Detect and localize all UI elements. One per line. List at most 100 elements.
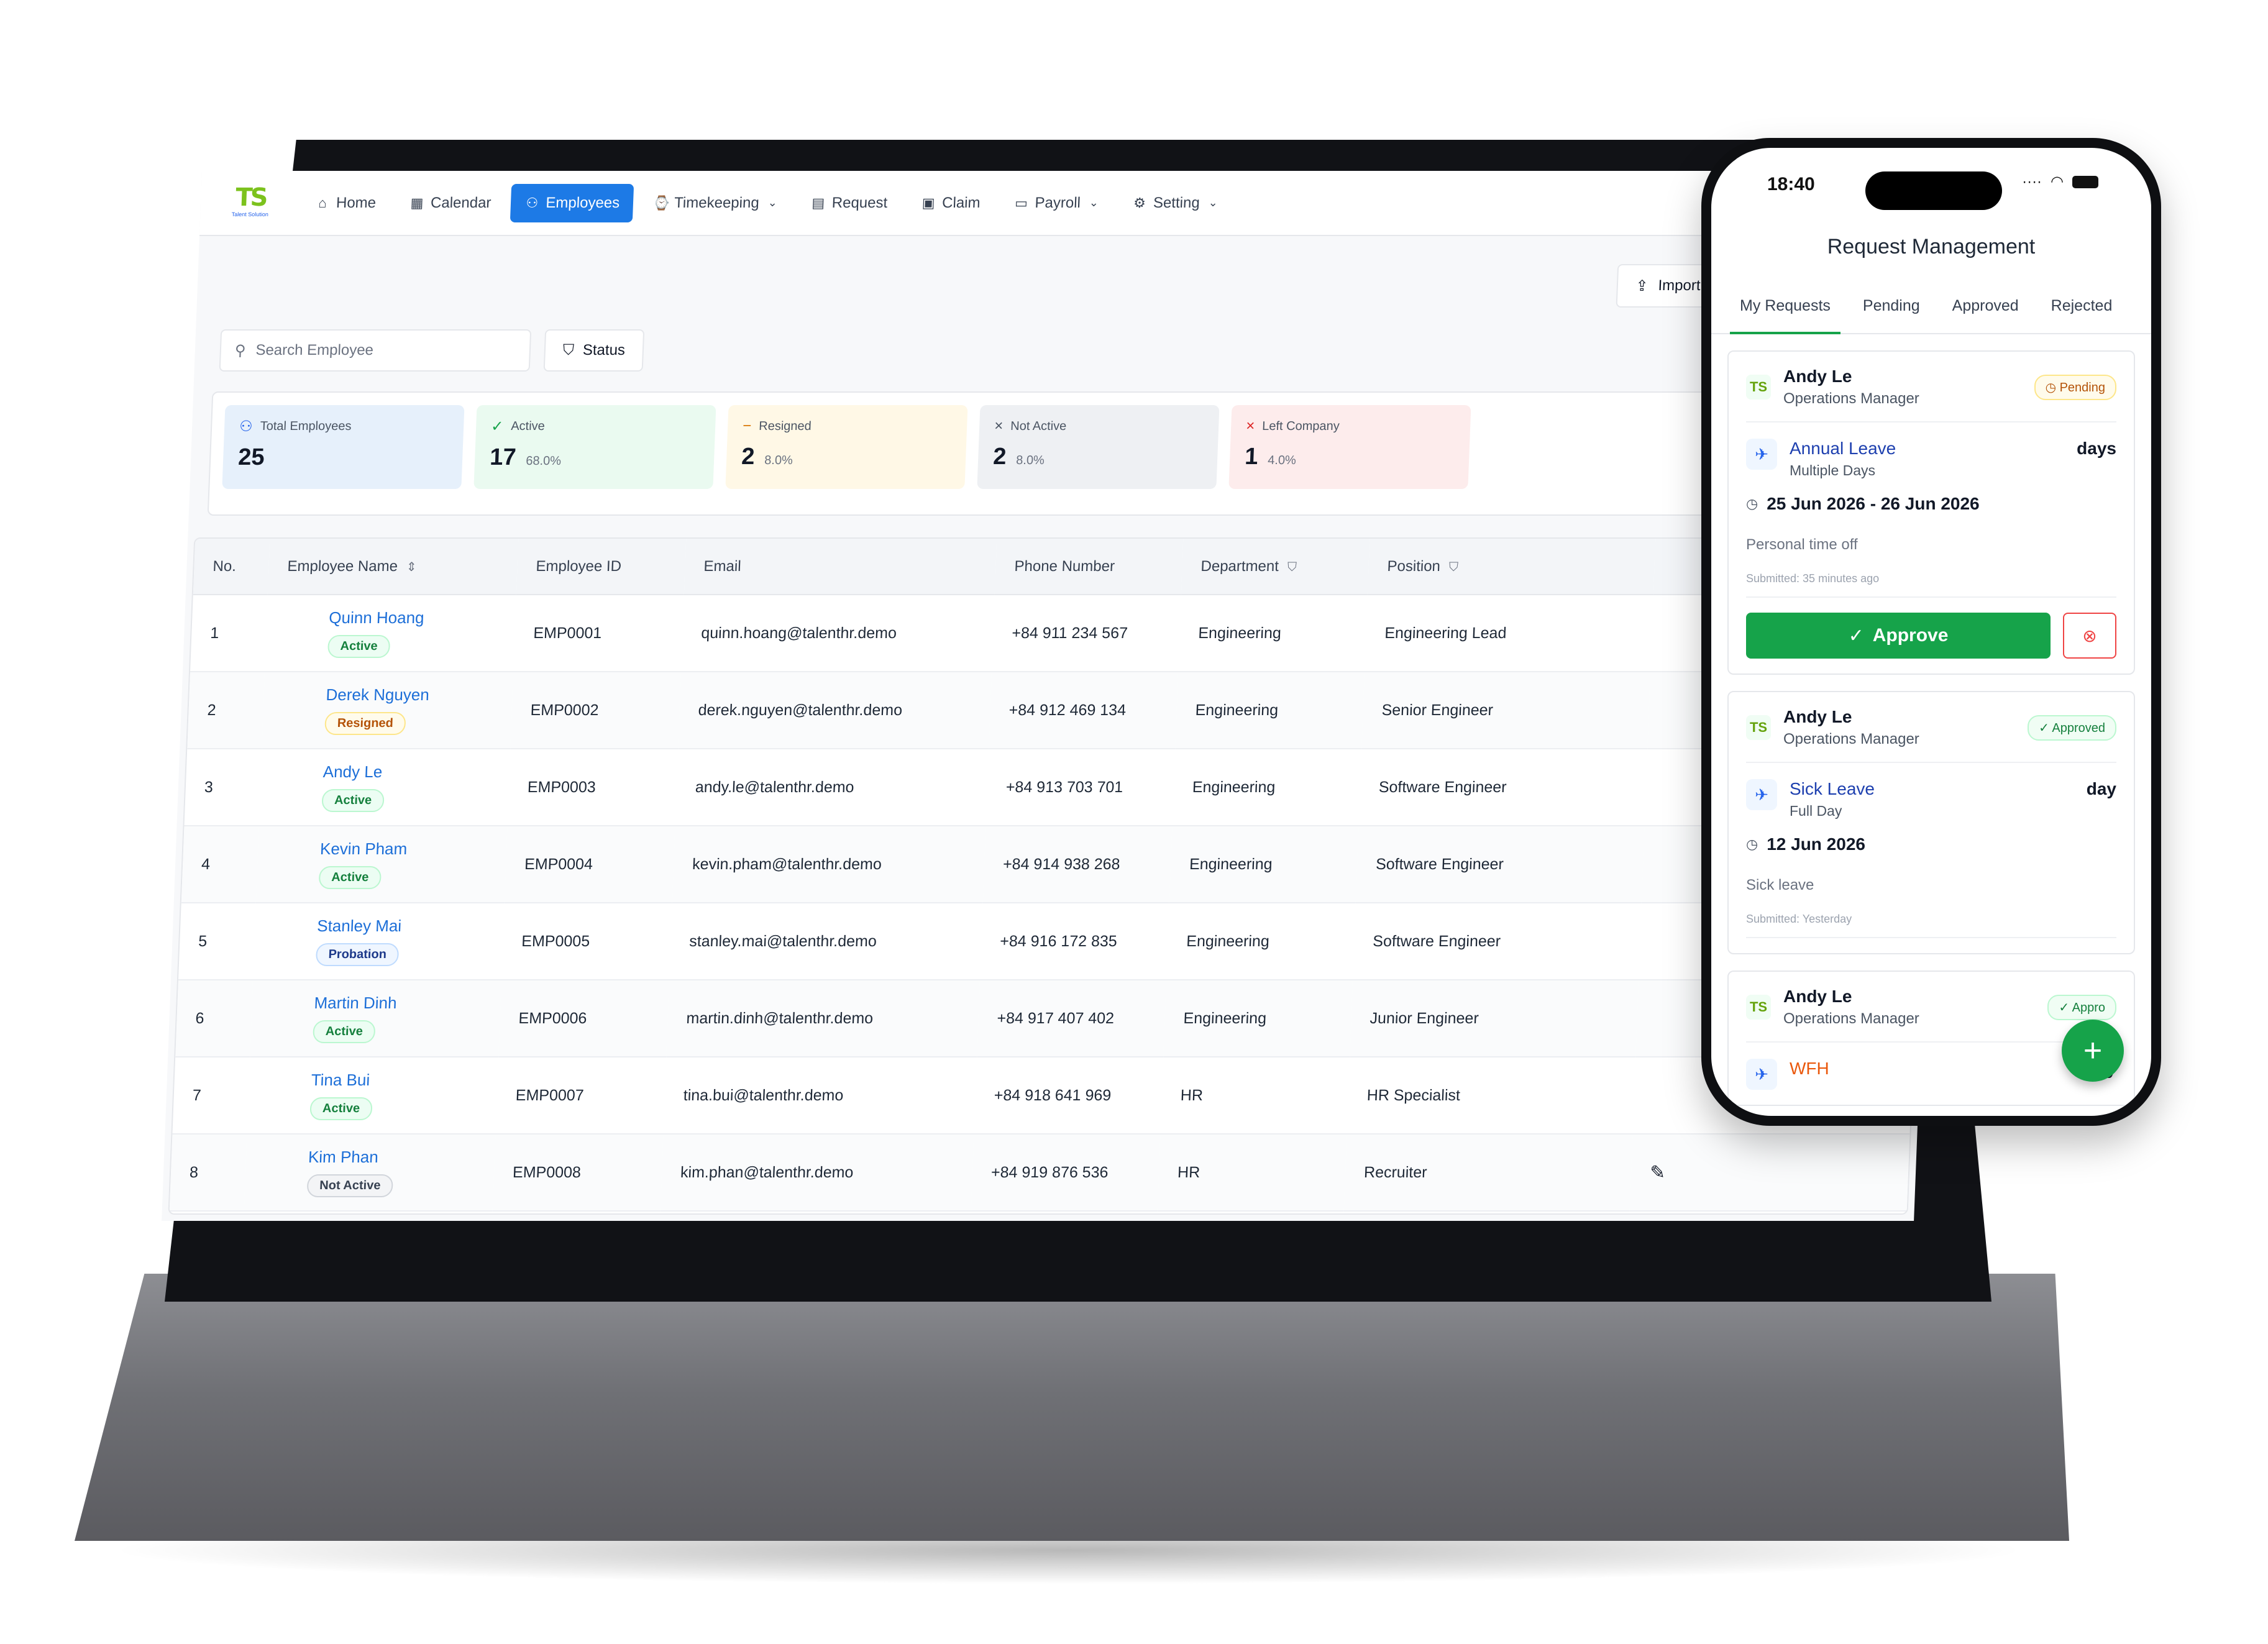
row-number: 7 [172, 1057, 250, 1134]
stat-card-left-company[interactable]: × Left Company 1 4.0% [1228, 405, 1471, 489]
employee-id: EMP0005 [501, 903, 672, 980]
approve-button[interactable]: ✓ Approve [1746, 613, 2051, 659]
table-row[interactable]: 2 Derek Nguyen Resigned EMP0002 derek.nguyen… [187, 672, 1928, 749]
tab-pending[interactable]: Pending [1847, 278, 1936, 333]
requester-info: Andy Le Operations Manager [1783, 707, 1919, 748]
nav-item-employees[interactable]: ⚇ Employees [510, 183, 634, 222]
company-logo[interactable]: TS Talent Solution [225, 183, 276, 222]
department: Engineering [1163, 980, 1353, 1057]
column-header-position[interactable]: Position ⛉ [1367, 539, 1656, 595]
stat-value: 1 [1244, 444, 1259, 470]
table-row[interactable]: 8 Kim Phan Not Active EMP0008 kim.phan@talen… [169, 1134, 1910, 1211]
employee-name-link[interactable]: Kevin Pham [319, 839, 408, 859]
signal-icon: ···· [2022, 173, 2042, 190]
filter-icon[interactable]: ⛉ [1287, 560, 1297, 574]
status-badge: Resigned [324, 712, 406, 735]
stat-label: Active [510, 419, 546, 433]
column-header-employee-id[interactable]: Employee ID [516, 539, 687, 595]
stat-card-total-employees[interactable]: ⚇ Total Employees 25 [222, 405, 465, 489]
status-badge: Active [309, 1097, 373, 1120]
filter-icon[interactable]: ⛉ [1448, 560, 1458, 574]
clock-icon: ◷ [1746, 496, 1758, 511]
table-header-row: No. Employee Name ⇕ Employee ID Email Phone N… [193, 539, 1933, 595]
table-row[interactable]: 6 Martin Dinh Active EMP0006 martin.dinh@tal… [175, 980, 1916, 1057]
clock-icon: ◷ [2045, 380, 2057, 395]
phone-clock: 18:40 [1767, 174, 1815, 194]
row-number: 6 [175, 980, 253, 1057]
employee-name-wrap: Derek Nguyen Resigned [281, 685, 512, 735]
column-header-phone-number[interactable]: Phone Number [994, 539, 1184, 595]
status-badge: Active [327, 635, 391, 658]
leave-days: days [2077, 439, 2116, 458]
status-badge: Probation [315, 943, 400, 966]
calendar-icon: ▦ [410, 194, 424, 211]
table-row[interactable]: 7 Tina Bui Active EMP0007 tina.bui@talenthr.… [172, 1057, 1913, 1134]
column-header-department[interactable]: Department ⛉ [1181, 539, 1370, 595]
nav-menu: ⌂ Home ▦ Calendar ⚇ Employees ⌚ Timekeeping ⌄ ▤ Re… [301, 183, 1232, 222]
tab-approved[interactable]: Approved [1936, 278, 2035, 333]
request-card[interactable]: TS Andy Le Operations Manager ◷ Pending ✈ Ann… [1727, 350, 2135, 675]
stat-percent: 8.0% [1015, 454, 1045, 467]
nav-item-setting[interactable]: ⚙ Setting ⌄ [1118, 184, 1232, 222]
stat-card-active[interactable]: ✓ Active 17 68.0% [473, 405, 716, 489]
row-number: 1 [190, 595, 268, 672]
column-header-email[interactable]: Email [684, 539, 997, 595]
nav-item-request[interactable]: ▤ Request [797, 184, 902, 222]
home-icon: ⌂ [318, 194, 327, 211]
nav-item-claim[interactable]: ▣ Claim [907, 184, 995, 222]
employee-name-link[interactable]: Stanley Mai [317, 916, 402, 936]
department: Engineering [1178, 595, 1368, 672]
employee-name-link[interactable]: Tina Bui [311, 1071, 370, 1090]
search-input[interactable]: ⚲ Search Employee [219, 329, 532, 372]
table-row[interactable]: 4 Kevin Pham Active EMP0004 kevin.pham@talen… [181, 826, 1922, 903]
reject-button[interactable]: ⊗ [2063, 613, 2116, 659]
table-row[interactable]: 5 Stanley Mai Probation EMP0005 stanley.mai@… [178, 903, 1919, 980]
request-status-label: Pending [2059, 380, 2105, 395]
nav-item-payroll[interactable]: ▭ Payroll ⌄ [999, 184, 1113, 222]
request-list: TS Andy Le Operations Manager ◷ Pending ✈ Ann… [1711, 350, 2151, 1106]
sort-icon[interactable]: ⇕ [406, 560, 418, 574]
nav-item-timekeeping[interactable]: ⌚ Timekeeping ⌄ [639, 184, 792, 222]
employee-email: derek.nguyen@talenthr.demo [678, 672, 992, 749]
stat-card-resigned[interactable]: − Resigned 2 8.0% [725, 405, 968, 489]
employee-name-link[interactable]: Derek Nguyen [326, 685, 429, 705]
stat-resigned-icon: − [742, 418, 752, 434]
status-badge: Active [313, 1020, 376, 1043]
employee-name-link[interactable]: Quinn Hoang [329, 608, 424, 628]
submitted-time: Submitted: 35 minutes ago [1746, 572, 2116, 598]
leave-type-icon: ✈ [1746, 439, 1777, 470]
row-number: 4 [181, 826, 259, 903]
column-header-no[interactable]: No. [193, 539, 270, 595]
approve-label: Approve [1872, 625, 1949, 646]
request-card[interactable]: TS Andy Le Operations Manager ✓ Approved ✈ Si… [1727, 691, 2135, 954]
status-filter-button[interactable]: ⛉ Status [543, 329, 645, 372]
leave-date-range: 12 Jun 2026 [1767, 834, 1865, 854]
employee-email: kevin.pham@talenthr.demo [672, 826, 986, 903]
request-status-label: Approved [2052, 721, 2105, 735]
column-header-employee-name[interactable]: Employee Name ⇕ [267, 539, 519, 595]
employee-name-link[interactable]: Kim Phan [308, 1148, 378, 1167]
edit-icon[interactable]: ✎ [1649, 1162, 1665, 1183]
reject-icon: ⊗ [2082, 626, 2097, 646]
stat-card-not-active[interactable]: × Not Active 2 8.0% [977, 405, 1220, 489]
tab-my-requests[interactable]: My Requests [1724, 278, 1847, 334]
employee-email: stanley.mai@talenthr.demo [669, 903, 983, 980]
status-badge: Active [318, 866, 382, 889]
column-header-label: Employee Name [287, 557, 398, 575]
employee-name-link[interactable]: Martin Dinh [314, 993, 397, 1013]
stat-left-company-icon: × [1245, 418, 1255, 434]
table-row[interactable]: 1 Quinn Hoang Active EMP0001 quinn.hoang@tal… [190, 595, 1931, 672]
employee-name-cell: Derek Nguyen Resigned [262, 672, 514, 749]
table-row[interactable]: 3 Andy Le Active EMP0003 andy.le@talenthr.de… [184, 749, 1925, 826]
employee-name-link[interactable]: Andy Le [322, 762, 383, 782]
chevron-down-icon: ⌄ [767, 196, 778, 209]
employee-name-wrap: Kim Phan Not Active [263, 1148, 495, 1197]
stat-header: ✓ Active [491, 418, 701, 436]
requester-info: Andy Le Operations Manager [1783, 987, 1919, 1028]
nav-item-label: Setting [1153, 194, 1200, 211]
stat-body: 1 4.0% [1244, 444, 1455, 470]
add-request-button[interactable]: + [2062, 1020, 2124, 1082]
tab-rejected[interactable]: Rejected [2035, 278, 2129, 333]
nav-item-home[interactable]: ⌂ Home [301, 184, 390, 222]
nav-item-calendar[interactable]: ▦ Calendar [395, 184, 506, 222]
